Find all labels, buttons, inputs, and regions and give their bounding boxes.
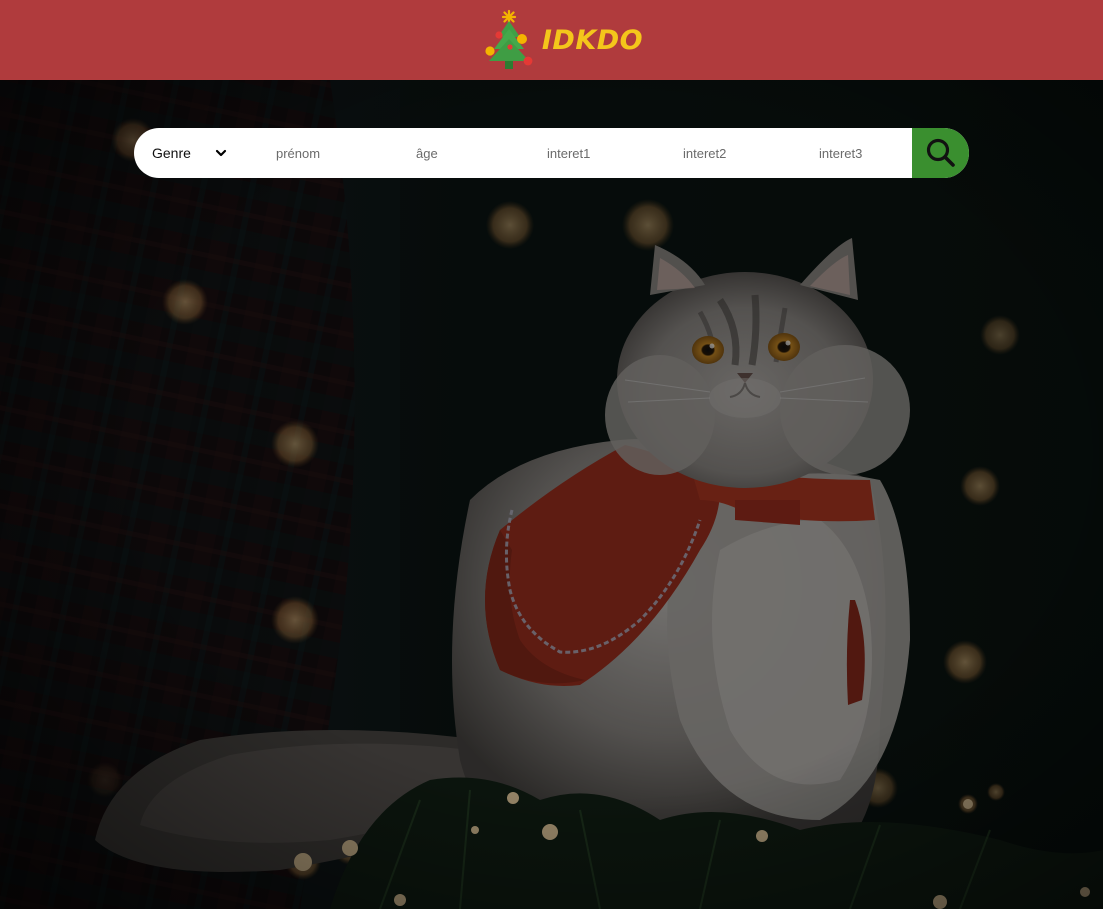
interet1-input[interactable]: interet1 (509, 128, 645, 178)
interet3-input[interactable]: interet3 (781, 128, 912, 178)
header: IDKDO (0, 0, 1103, 80)
brand-name[interactable]: IDKDO (542, 27, 643, 54)
age-input[interactable]: âge (374, 128, 509, 178)
christmas-tree-icon (485, 9, 533, 69)
search-icon (926, 138, 955, 167)
search-button[interactable] (912, 128, 969, 178)
interet2-input[interactable]: interet2 (645, 128, 781, 178)
prenom-input[interactable]: prénom (234, 128, 374, 178)
search-bar: Genre prénom âge interet1 interet2 inter… (134, 128, 969, 178)
logo[interactable]: IDKDO (482, 9, 643, 71)
genre-select[interactable]: Genre (134, 128, 234, 178)
chevron-down-icon (215, 149, 227, 157)
hero-background-image (0, 80, 1103, 909)
genre-select-value: Genre (152, 145, 191, 161)
